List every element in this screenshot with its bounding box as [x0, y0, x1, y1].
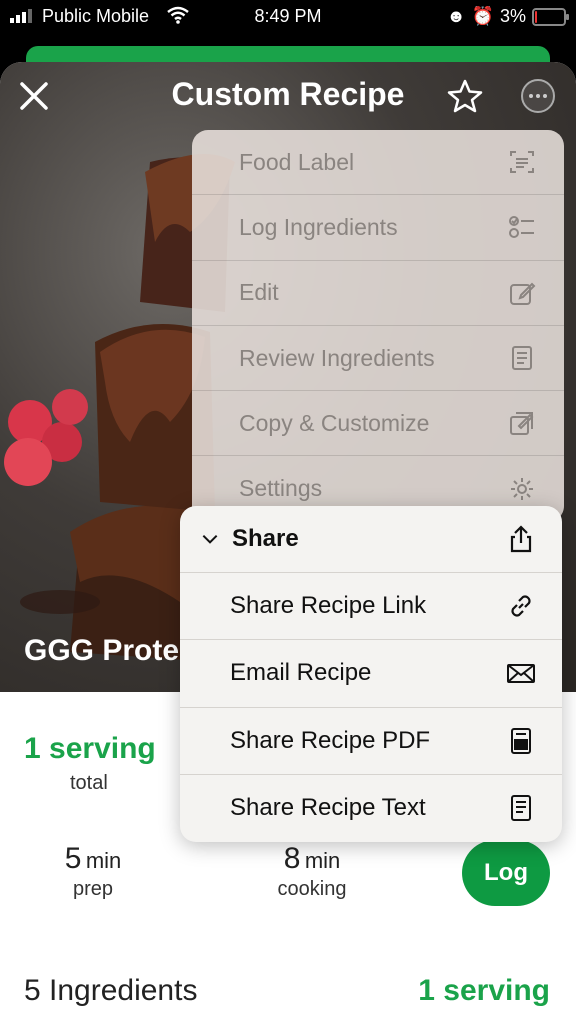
document-icon — [512, 346, 532, 371]
checklist-icon — [509, 216, 534, 239]
share-submenu: Share Share Recipe Link Email Recipe Sha… — [180, 506, 562, 842]
serving-total-label: total — [70, 772, 108, 794]
menu-item-label: Edit — [239, 279, 279, 306]
share-recipe-link-item[interactable]: Share Recipe Link — [180, 573, 562, 641]
face-icon: ☻ — [446, 6, 466, 26]
share-item-label: Email Recipe — [230, 659, 372, 687]
link-icon — [511, 595, 531, 617]
ingredients-serving[interactable]: 1 serving — [418, 974, 550, 1008]
prep-time-label: prep — [72, 878, 114, 900]
alarm-icon: ⏰ — [471, 6, 494, 26]
page-title: Custom Recipe — [171, 76, 405, 112]
favorite-star-icon[interactable] — [446, 78, 484, 114]
log-button[interactable]: Log — [462, 840, 550, 906]
more-options-icon[interactable] — [520, 78, 556, 114]
share-recipe-text-item[interactable]: Share Recipe Text — [180, 775, 562, 842]
email-recipe-item[interactable]: Email Recipe — [180, 640, 562, 708]
menu-item-copy-customize[interactable]: Copy & Customize — [192, 391, 564, 457]
status-right: ☻ ⏰ 3% — [446, 6, 569, 27]
menu-item-label: Copy & Customize — [239, 409, 430, 436]
battery-icon — [532, 7, 569, 26]
chevron-down-icon — [202, 535, 218, 544]
options-menu: Food Label Log Ingredients Edit Review I… — [192, 130, 564, 522]
status-bar: Public Mobile 8:49 PM ☻ ⏰ 3% — [0, 0, 576, 34]
cook-time-unit: min — [304, 848, 341, 873]
menu-item-label: Settings — [239, 475, 323, 502]
menu-item-review-ingredients[interactable]: Review Ingredients — [192, 326, 564, 392]
envelope-icon — [507, 664, 535, 684]
prep-time-value: 5 — [64, 842, 82, 875]
gear-icon — [511, 477, 533, 500]
nav-bar: Custom Recipe — [0, 62, 576, 130]
cook-time-value: 8 — [283, 842, 301, 875]
menu-item-edit[interactable]: Edit — [192, 261, 564, 326]
serving-count[interactable]: 1 serving — [24, 732, 156, 766]
text-document-icon — [511, 795, 531, 822]
share-header-label: Share — [232, 525, 299, 553]
share-recipe-pdf-item[interactable]: Share Recipe PDF — [180, 708, 562, 775]
ingredients-title: 5 Ingredients — [24, 974, 198, 1007]
cooking-time: 8 min cooking — [252, 842, 372, 901]
share-item-label: Share Recipe Text — [230, 794, 426, 822]
menu-item-log-ingredients[interactable]: Log Ingredients — [192, 195, 564, 261]
menu-item-label: Food Label — [239, 148, 355, 175]
battery-percent: 3% — [499, 6, 526, 26]
share-item-label: Share Recipe Link — [230, 592, 427, 620]
cook-time-label: cooking — [277, 878, 347, 900]
pdf-icon — [511, 727, 531, 754]
prep-time-unit: min — [85, 848, 122, 873]
menu-item-food-label[interactable]: Food Label — [192, 130, 564, 196]
share-item-label: Share Recipe PDF — [230, 726, 431, 754]
copy-edit-icon — [510, 412, 534, 436]
menu-item-label: Log Ingredients — [239, 213, 398, 240]
share-header[interactable]: Share — [180, 506, 562, 574]
edit-icon — [510, 282, 536, 305]
share-icon — [510, 525, 532, 553]
prep-time: 5 min prep — [40, 842, 146, 901]
recipe-name: GGG Prote — [24, 634, 180, 667]
food-label-icon — [510, 151, 534, 174]
menu-item-label: Review Ingredients — [239, 344, 435, 371]
